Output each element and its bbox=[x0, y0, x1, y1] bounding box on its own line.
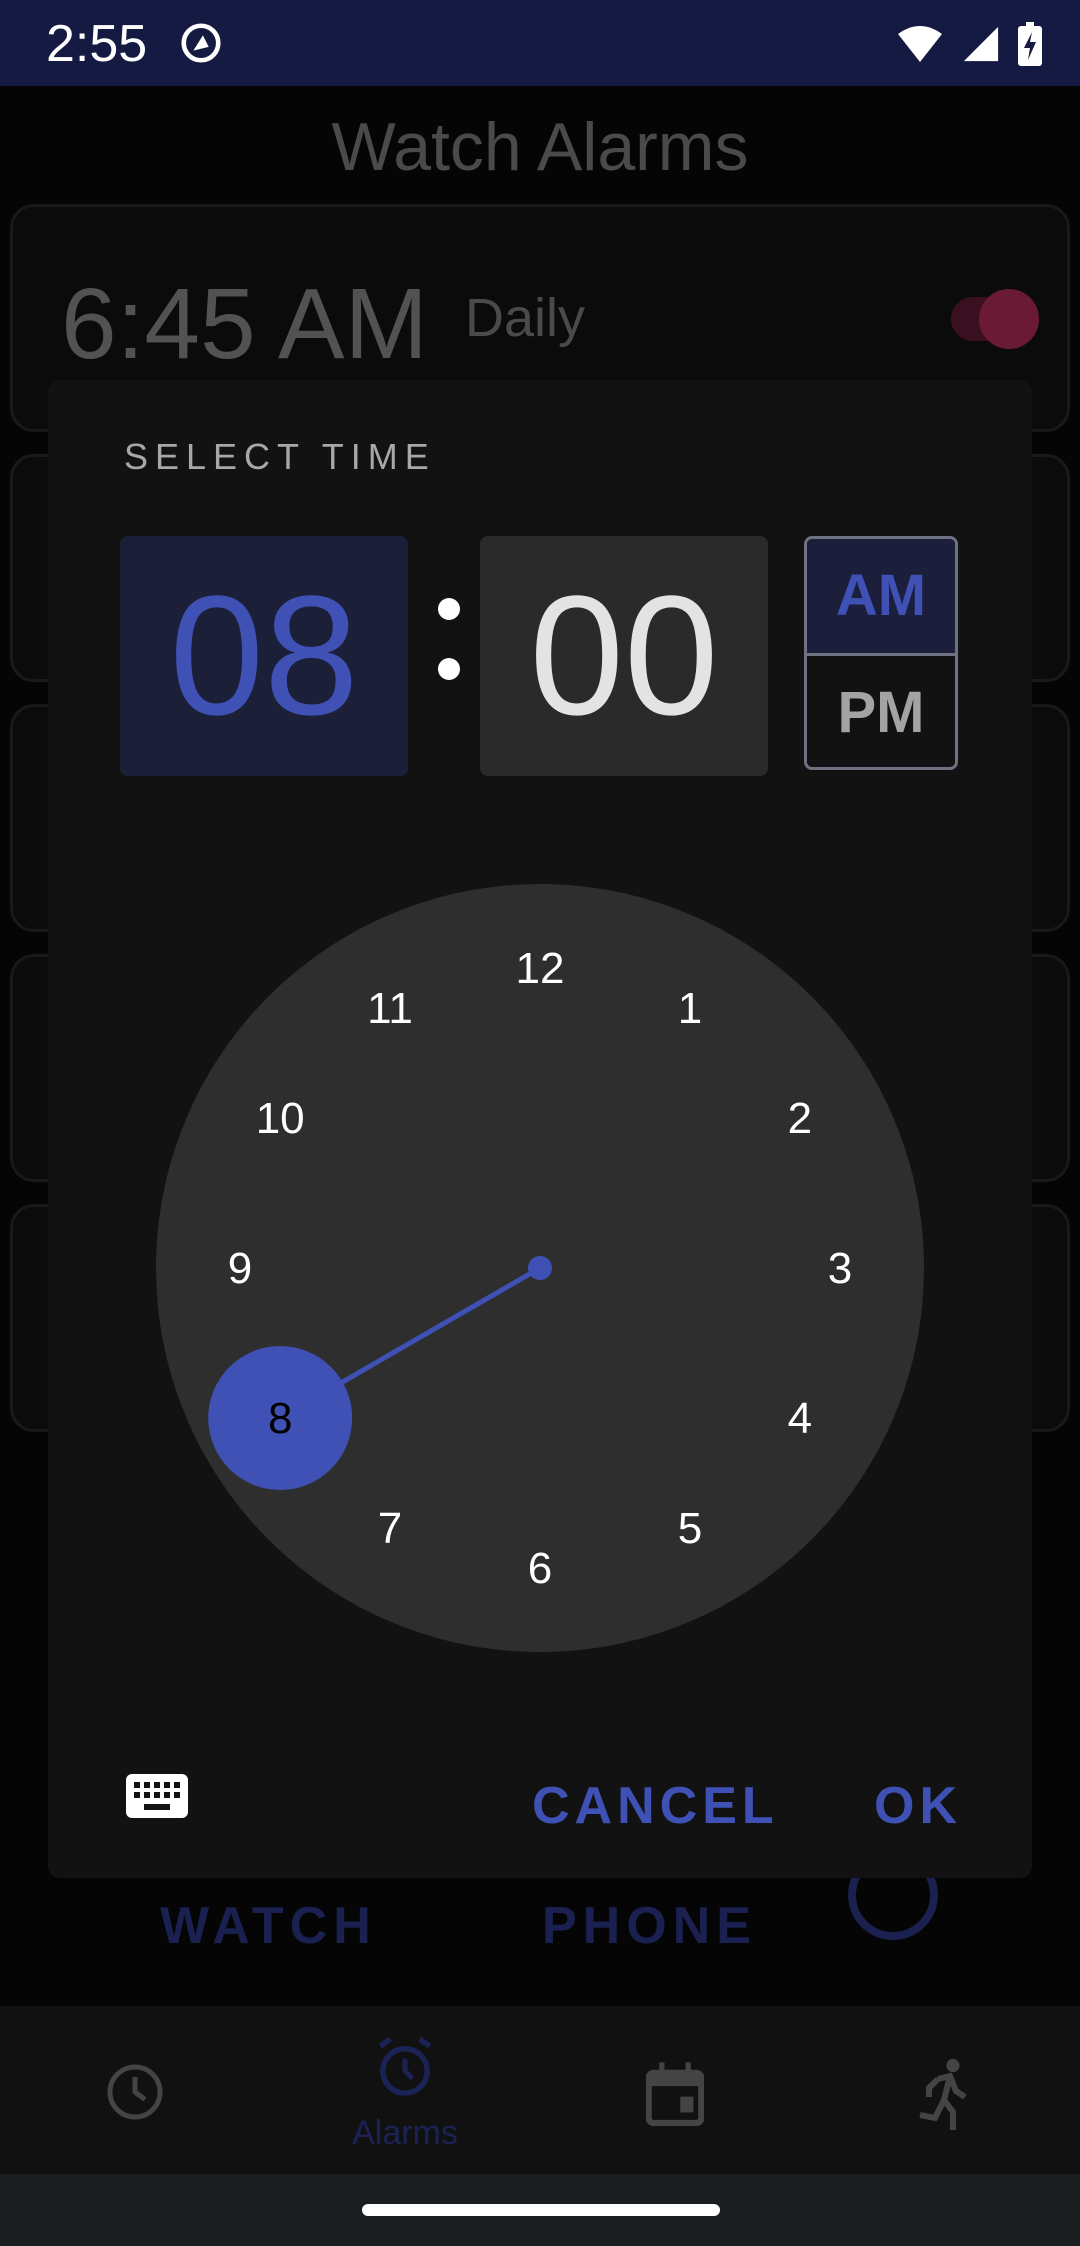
alarm-repeat: Daily bbox=[465, 288, 586, 348]
nav-item-alarms[interactable]: Alarms bbox=[270, 2006, 540, 2174]
am-pm-toggle: AM PM bbox=[804, 536, 958, 770]
app-title: Watch Alarms bbox=[331, 109, 749, 185]
clock-number-10[interactable]: 10 bbox=[256, 1094, 305, 1143]
clock-number-4[interactable]: 4 bbox=[788, 1394, 812, 1443]
clock-number-8[interactable]: 8 bbox=[268, 1394, 292, 1443]
bottom-nav: Alarms bbox=[0, 2006, 1080, 2174]
clock-number-7[interactable]: 7 bbox=[378, 1504, 402, 1553]
nav-item-calendar[interactable] bbox=[540, 2006, 810, 2174]
time-separator bbox=[430, 530, 470, 770]
send-to-watch-button[interactable]: WATCH bbox=[160, 1896, 377, 1956]
run-icon bbox=[919, 2058, 967, 2130]
send-to-phone-button[interactable]: PHONE bbox=[542, 1896, 757, 1956]
clock-icon bbox=[107, 2064, 163, 2120]
clock-center-dot bbox=[528, 1256, 552, 1280]
hour-field[interactable]: 08 bbox=[120, 536, 408, 776]
cancel-button[interactable]: CANCEL bbox=[532, 1776, 779, 1836]
clock-number-11[interactable]: 11 bbox=[367, 984, 413, 1033]
status-bar: 2:55 bbox=[0, 0, 1080, 86]
gesture-bar bbox=[0, 2174, 1080, 2246]
alarm-icon bbox=[378, 2036, 432, 2096]
clock-dial[interactable]: 121234567891011 bbox=[156, 884, 924, 1652]
nav-label-alarms: Alarms bbox=[352, 2114, 458, 2152]
am-button[interactable]: AM bbox=[807, 539, 955, 656]
nav-item-clock[interactable] bbox=[0, 2006, 270, 2174]
minute-field[interactable]: 00 bbox=[480, 536, 768, 776]
clock-number-2[interactable]: 2 bbox=[788, 1094, 812, 1143]
clock-number-5[interactable]: 5 bbox=[678, 1504, 702, 1553]
calendar-icon bbox=[646, 2062, 704, 2126]
wifi-icon bbox=[898, 26, 942, 62]
clock-number-1[interactable]: 1 bbox=[678, 984, 702, 1033]
clock-number-3[interactable]: 3 bbox=[828, 1244, 852, 1293]
pm-button[interactable]: PM bbox=[807, 656, 955, 767]
dialog-heading: SELECT TIME bbox=[124, 436, 436, 477]
signal-icon bbox=[963, 26, 999, 62]
home-gesture-handle[interactable] bbox=[362, 2204, 720, 2216]
time-picker-dialog: SELECT TIME 08 00 AM PM 12 1 2 3 4 5 6 7 8 9 10 11 … bbox=[48, 380, 1032, 1878]
clock-number-9[interactable]: 9 bbox=[228, 1244, 252, 1293]
alarm-time: 6:45 AM bbox=[61, 268, 428, 380]
dnd-icon bbox=[181, 23, 221, 63]
nav-item-activity[interactable] bbox=[810, 2006, 1080, 2174]
ok-button[interactable]: OK bbox=[874, 1776, 962, 1836]
battery-charging-icon bbox=[1018, 22, 1042, 66]
status-time: 2:55 bbox=[46, 15, 148, 73]
clock-number-12[interactable]: 12 bbox=[516, 944, 565, 993]
keyboard-icon[interactable] bbox=[126, 1774, 188, 1818]
clock-number-6[interactable]: 6 bbox=[528, 1544, 552, 1593]
alarm-toggle[interactable] bbox=[979, 289, 1039, 349]
